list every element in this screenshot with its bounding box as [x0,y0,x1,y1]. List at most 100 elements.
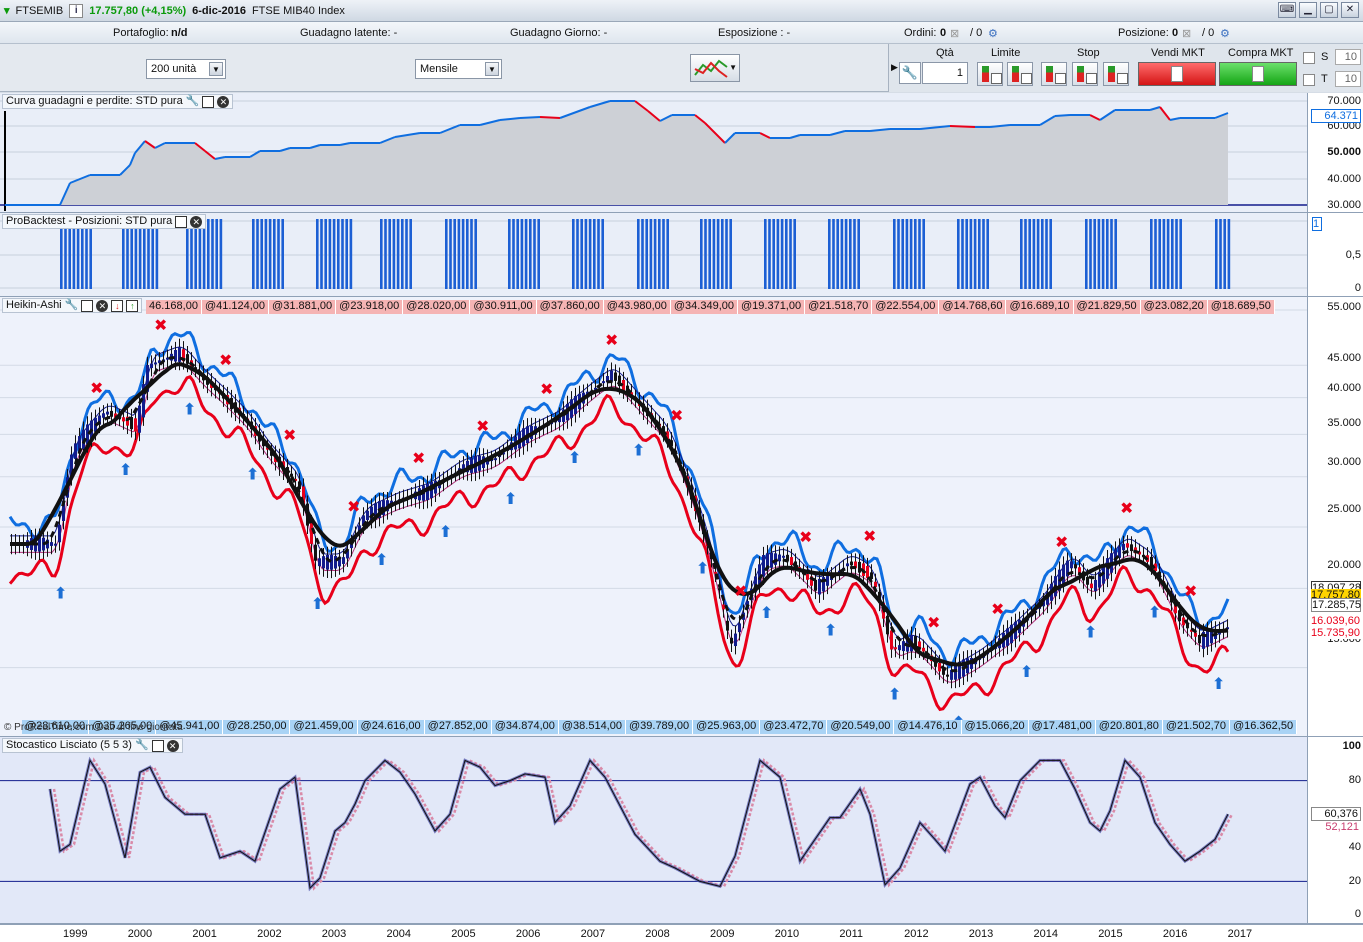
limite-buy-button[interactable] [977,62,1003,86]
limite-sell-button[interactable] [1007,62,1033,86]
position-bar [957,219,960,289]
trade-price-label: @14.768,60 [939,300,1007,314]
period-value: Mensile [420,63,458,75]
y-tick-label: 55.000 [1327,301,1361,313]
candle-body [814,579,817,591]
chevron-down-icon[interactable]: ▼ [485,62,499,76]
copyright-text: © ProRealTime.com Dati di fine giornata [4,722,183,733]
t-checkbox[interactable] [1303,74,1315,86]
trade-price-label: @16.689,10 [1006,300,1074,314]
price-marker-4: 16.039,60 [1311,615,1361,627]
expand-arrow-icon[interactable]: ▶ [891,62,898,73]
position-bar [328,219,332,289]
x-tick-label: 2002 [257,928,282,940]
y-tick-label: 100 [1342,740,1361,752]
price-y-axis: 55.000 45.000 40.000 35.000 30.000 25.00… [1307,297,1363,736]
ordini-clear-icon[interactable]: ⊠ [950,27,959,40]
chevron-down-icon[interactable]: ▼ [209,62,223,76]
window-icon[interactable] [175,215,188,228]
wrench-icon[interactable]: 🔧 [186,95,200,108]
sell-cross-icon: ✖ [219,350,232,369]
position-bar [1097,219,1101,289]
portafoglio-label: Portafoglio: [113,27,169,39]
equity-title-text: Curva guadagni e perdite: STD pura [6,95,183,107]
x-tick-label: 2009 [710,928,735,940]
compra-mkt-button[interactable] [1219,62,1297,86]
wrench-icon[interactable]: 🔧 [65,299,79,312]
candle-body [366,510,369,521]
position-bar [332,219,336,289]
trade-price-label: @20.801,80 [1096,720,1163,734]
position-bar [1219,219,1222,289]
candle-body [922,647,925,652]
s-checkbox[interactable] [1303,52,1315,64]
stop-sell-button[interactable] [1072,62,1098,86]
close-icon[interactable]: ✕ [1341,2,1359,18]
y-tick-label: 35.000 [1327,417,1361,429]
s-input[interactable]: 10 [1335,49,1361,65]
close-icon[interactable]: ✕ [217,95,230,108]
period-select[interactable]: Mensile ▼ [415,59,502,79]
position-bar [202,219,206,289]
position-bar [281,219,284,289]
symbol-name[interactable]: FTSEMIB [16,5,64,17]
sell-arrow-icon[interactable]: ↓ [111,299,124,312]
stoch-current-k: 60,376 [1311,807,1361,821]
wrench-icon[interactable]: 🔧 [899,62,921,84]
portfolio-bar: Portafoglio: n/d Guadagno latente: - Gua… [0,22,1363,44]
stop-buy-button[interactable] [1041,62,1067,86]
vendi-mkt-button[interactable] [1138,62,1216,86]
candle-body [110,410,113,417]
position-bar [1036,219,1040,289]
close-icon[interactable]: ✕ [166,739,179,752]
window-icon[interactable] [81,299,94,312]
position-bar [147,219,150,289]
position-bar [1101,219,1105,289]
price-marker-3: 17.285,75 [1311,598,1361,612]
window-icon[interactable] [202,95,215,108]
position-bar [704,219,707,289]
info-icon[interactable]: i [69,3,84,18]
position-bar [537,219,540,289]
posizione-settings-icon[interactable]: ⚙ [1220,27,1230,40]
equity-segment [519,116,541,119]
trade-price-label: @27.852,00 [425,720,492,734]
window-icon[interactable] [151,739,164,752]
position-bar [785,219,788,289]
position-bar [130,219,133,289]
candle-body [138,405,141,433]
close-icon[interactable]: ✕ [96,299,109,312]
stop-other-button[interactable] [1103,62,1129,86]
position-bar [1162,219,1166,289]
minimize-icon[interactable]: ▁ [1299,2,1317,18]
posizione-label: Posizione: [1118,27,1169,39]
entry-price-strip: @28.610,00 @35.265,00 @45.941,00 @28.250,00… [22,720,1298,734]
x-tick-label: 2017 [1227,928,1253,940]
ordini-settings-icon[interactable]: ⚙ [988,27,998,40]
chart-type-icon[interactable]: ▾ [4,4,10,17]
wrench-icon[interactable]: 🔧 [135,739,149,752]
position-bar [1171,219,1174,289]
buy-arrow-icon: ⬆ [439,522,452,541]
trade-price-label: @21.502,70 [1163,720,1230,734]
position-bar [1175,219,1178,289]
candle-body [898,645,901,651]
buy-arrow-icon[interactable]: ↑ [126,299,139,312]
position-bar [337,219,340,289]
t-input[interactable]: 10 [1335,71,1361,87]
buy-arrow-icon: ⬆ [1020,662,1033,681]
candle-body [134,418,137,432]
qta-input[interactable]: 1 [922,62,968,84]
units-select[interactable]: 200 unità ▼ [146,59,226,79]
position-bar [1032,219,1036,289]
maximize-icon[interactable]: ▢ [1320,2,1338,18]
date-label: 6-dic-2016 [192,4,246,17]
y-tick-label: 30.000 [1327,199,1361,211]
x-tick-label: 2004 [386,928,411,940]
position-bar [986,219,989,289]
posizione-clear-icon[interactable]: ⊠ [1182,27,1191,40]
close-icon[interactable]: ✕ [190,215,203,228]
buy-arrow-icon: ⬆ [311,594,324,613]
indicator-menu-button[interactable]: ▼ [690,54,740,82]
keyboard-icon[interactable]: ⌨ [1278,2,1296,18]
